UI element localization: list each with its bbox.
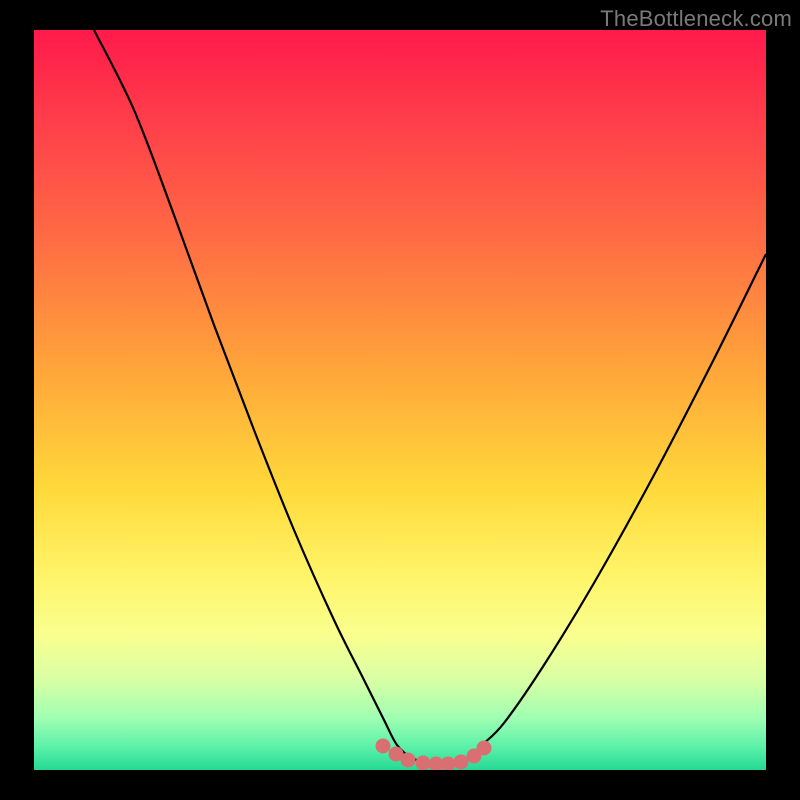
watermark-text: TheBottleneck.com [600, 6, 792, 32]
highlight-dot [376, 739, 391, 754]
chart-svg [34, 30, 766, 770]
highlight-dot [454, 755, 469, 770]
plot-area [34, 30, 766, 770]
highlight-dot [416, 756, 431, 771]
highlight-dots [376, 739, 492, 771]
bottleneck-curve [94, 30, 766, 764]
chart-frame: TheBottleneck.com [0, 0, 800, 800]
highlight-dot [401, 753, 416, 768]
highlight-dot [441, 757, 456, 771]
highlight-dot [477, 741, 492, 756]
